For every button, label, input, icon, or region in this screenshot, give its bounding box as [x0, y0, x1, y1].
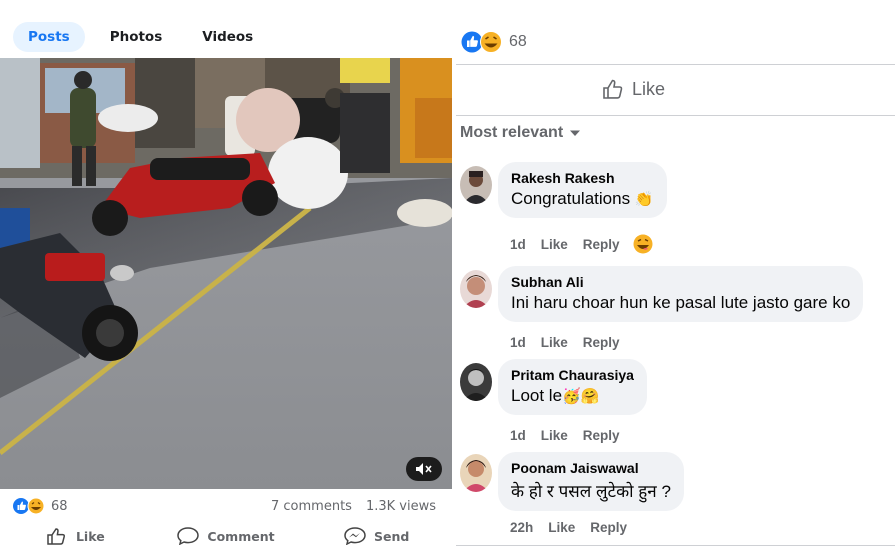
comment-bubble: Rakesh Rakesh Congratulations 👏 — [498, 162, 667, 218]
mute-button[interactable] — [406, 457, 442, 481]
comment-author[interactable]: Rakesh Rakesh — [511, 170, 654, 186]
clapping-hands-icon: 👏 — [634, 191, 654, 208]
avatar[interactable] — [460, 166, 492, 204]
comments-count[interactable]: 7 comments — [271, 499, 352, 514]
avatar[interactable] — [460, 454, 492, 492]
comment-meta: 22h Like Reply — [510, 520, 627, 535]
comment-like-button[interactable]: Like — [541, 428, 568, 443]
send-button[interactable]: Send — [301, 524, 452, 548]
comment-like-button[interactable]: Like — [541, 335, 568, 350]
haha-reaction-icon[interactable] — [633, 234, 653, 254]
comments-reaction-summary[interactable]: 68 — [461, 31, 527, 53]
mute-icon — [416, 463, 432, 475]
comment-time[interactable]: 1d — [510, 335, 526, 350]
comment-author[interactable]: Subhan Ali — [511, 274, 850, 290]
comment-like-button[interactable]: Like — [541, 237, 568, 252]
like-label: Like — [75, 528, 105, 544]
divider — [456, 64, 895, 65]
comment-text: Loot le🥳🤗 — [511, 386, 600, 405]
comment-author[interactable]: Poonam Jaiswawal — [511, 460, 671, 476]
comment-label: Comment — [207, 528, 275, 544]
reaction-count[interactable]: 68 — [51, 499, 68, 514]
tab-posts[interactable]: Posts — [13, 22, 85, 52]
avatar-image — [460, 454, 492, 492]
avatar[interactable] — [460, 363, 492, 401]
tab-videos[interactable]: Videos — [187, 22, 268, 52]
send-label: Send — [374, 528, 410, 544]
comment-reply-button[interactable]: Reply — [583, 335, 620, 350]
comment-reply-button[interactable]: Reply — [583, 237, 620, 252]
avatar-image — [460, 363, 492, 401]
comment-like-button[interactable]: Like — [548, 520, 575, 535]
tab-photos[interactable]: Photos — [95, 22, 178, 52]
comment-author[interactable]: Pritam Chaurasiya — [511, 367, 634, 383]
views-count: 1.3K views — [365, 498, 436, 514]
reaction-count: 68 — [509, 33, 527, 50]
caret-down-icon — [570, 130, 581, 136]
divider — [456, 115, 895, 116]
avatar-image — [460, 270, 492, 308]
comment-meta: 1d Like Reply — [510, 335, 620, 350]
comment-meta: 1d Like Reply — [510, 237, 620, 252]
post-actions: Like Comment Send — [0, 524, 452, 548]
comment-meta: 1d Like Reply — [510, 428, 620, 443]
comment-text: Congratulations 👏 — [511, 189, 654, 208]
comment-text: Ini haru choar hun ke pasal lute jasto g… — [511, 293, 851, 312]
video-frame — [0, 58, 452, 489]
profile-tabs: Posts Photos Videos — [13, 22, 278, 52]
sort-label: Most relevant — [460, 124, 564, 141]
thumbs-up-icon — [47, 528, 65, 545]
like-button[interactable]: Like — [602, 78, 665, 100]
comment-bubble: Pritam Chaurasiya Loot le🥳🤗 — [498, 359, 647, 415]
avatar[interactable] — [460, 270, 492, 308]
sort-dropdown[interactable]: Most relevant — [460, 124, 581, 142]
post-video[interactable] — [0, 58, 452, 489]
like-button[interactable]: Like — [0, 524, 151, 548]
comments-panel: 68 Like Most relevant Rakesh Rakesh Cong… — [452, 0, 895, 550]
comment-bubble: Subhan Ali Ini haru choar hun ke pasal l… — [498, 266, 864, 322]
avatar-image — [460, 166, 492, 204]
comment-icon — [177, 527, 200, 545]
comment-text: के हो र पसल लुटेको हुन ? — [511, 482, 671, 501]
post-panel: Posts Photos Videos 68 7 comments 1.3K v… — [0, 0, 452, 550]
messenger-icon — [344, 527, 366, 545]
like-haha-icon — [13, 498, 45, 514]
comment-reply-button[interactable]: Reply — [583, 428, 620, 443]
divider — [456, 545, 895, 546]
party-hug-emoji-icon: 🥳🤗 — [562, 388, 600, 405]
thumbs-up-icon — [603, 79, 623, 99]
comment-bubble: Poonam Jaiswawal के हो र पसल लुटेको हुन … — [498, 452, 684, 511]
comment-time[interactable]: 1d — [510, 428, 526, 443]
like-haha-icon — [461, 31, 502, 53]
post-stats: 68 7 comments 1.3K views — [13, 497, 436, 515]
comment-time[interactable]: 22h — [510, 520, 533, 535]
reaction-icons[interactable] — [13, 498, 47, 514]
comment-reply-button[interactable]: Reply — [590, 520, 627, 535]
like-label: Like — [632, 78, 666, 99]
comment-button[interactable]: Comment — [151, 524, 302, 548]
comment-time[interactable]: 1d — [510, 237, 526, 252]
